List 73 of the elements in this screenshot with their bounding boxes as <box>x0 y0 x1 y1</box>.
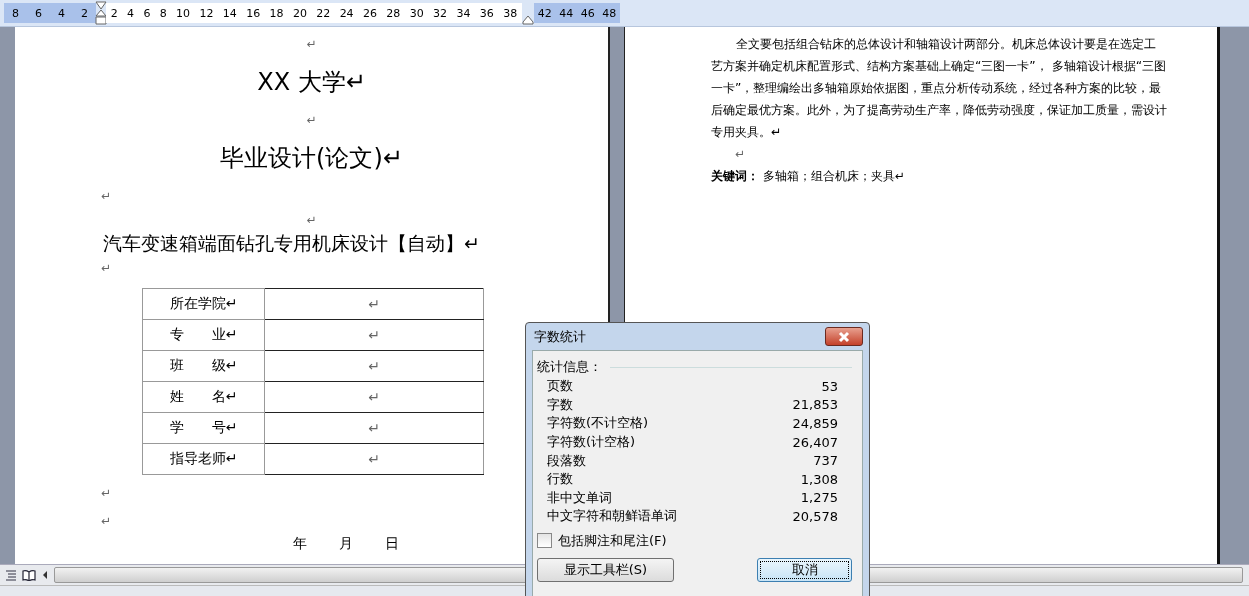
ruler-number: 22 <box>315 6 332 20</box>
ruler-number: 26 <box>362 6 378 20</box>
table-cell: 所在学院↵ <box>142 288 265 320</box>
table-cell: ↵ <box>264 381 484 413</box>
thesis-title: 汽车变速箱端面钻孔专用机床设计【自动】↵ <box>103 231 480 256</box>
stat-label: 段落数 <box>547 451 586 470</box>
ruler-number: 34 <box>455 6 472 20</box>
table-cell: 姓 名↵ <box>142 381 265 413</box>
table-cell: ↵ <box>264 412 484 444</box>
stat-value: 737 <box>813 453 838 469</box>
ruler-number: 20 <box>291 6 308 20</box>
ruler-number: 18 <box>268 6 285 20</box>
stat-value: 21,853 <box>792 397 838 413</box>
document-title: XX 大学↵ <box>257 67 366 98</box>
stat-value: 53 <box>821 378 838 394</box>
stat-label: 字符数(计空格) <box>547 433 636 452</box>
dialog-title: 字数统计 <box>533 327 586 346</box>
table-cell: 指导老师↵ <box>142 443 265 475</box>
paragraph-mark: ↵ <box>306 213 317 227</box>
stat-value: 20,578 <box>792 508 838 524</box>
ruler-number: 36 <box>478 6 495 20</box>
ruler-number: 38 <box>502 6 519 20</box>
paragraph-mark: ↵ <box>101 189 112 203</box>
table-cell: ↵ <box>264 288 484 320</box>
stat-label: 非中文单词 <box>547 488 612 507</box>
ruler-number: 6 <box>142 6 152 20</box>
table-cell: ↵ <box>264 319 484 351</box>
stat-value: 24,859 <box>792 416 838 431</box>
date-label: 日 <box>385 535 399 553</box>
document-title: 毕业设计(论文)↵ <box>220 143 403 174</box>
stat-label: 字数 <box>547 395 573 414</box>
ruler-number: 12 <box>198 6 215 20</box>
abstract-paragraph: 全文要包括组合钻床的总体设计和轴箱设计两部分。机床总体设计要是在选定工艺方案并确定机床配置形式、结构方案基础上确定“三图一卡”， 多轴箱设计根据“三图一卡”，整理编绘出多轴箱原始依据图，重点分析传动系统，经过各种方案的比较，最后确定最优方案。此外，为了提高劳动生产率，降低劳动强度，保证加工质量，需设计专用夹具。↵ <box>711 36 1167 141</box>
paragraph-mark: ↵ <box>735 147 746 161</box>
date-label: 年 <box>293 535 307 553</box>
paragraph-mark: ↵ <box>101 261 112 275</box>
table-cell: ↵ <box>264 350 484 382</box>
ruler-number: 44 <box>558 6 575 20</box>
ruler-number: 14 <box>221 6 238 20</box>
stat-label: 行数 <box>547 470 573 489</box>
ruler-number: 46 <box>579 6 596 20</box>
stat-label: 字符数(不计空格) <box>547 414 649 433</box>
ruler-number: 4 <box>57 6 66 20</box>
table-cell: 专 业↵ <box>142 319 265 351</box>
table-cell: ↵ <box>264 443 484 475</box>
ruler-number: 32 <box>432 6 449 20</box>
stat-value: 1,308 <box>800 471 838 487</box>
stat-label: 页数 <box>547 377 573 396</box>
section-label: 统计信息： <box>537 358 602 376</box>
keywords-line: 关键词： 多轴箱；组合机床；夹具↵ <box>711 168 906 185</box>
date-label: 月 <box>339 535 353 553</box>
ruler-number: 30 <box>408 6 425 20</box>
table-cell: 班 级↵ <box>142 350 265 382</box>
ruler-number: 24 <box>338 6 355 20</box>
ruler-number: 8 <box>11 6 20 20</box>
ruler-number: 8 <box>158 6 168 20</box>
table-cell: 学 号↵ <box>142 412 265 444</box>
ruler-number: 6 <box>34 6 43 20</box>
ruler-number: 2 <box>80 6 89 20</box>
stat-value: 26,407 <box>792 434 838 450</box>
paragraph-mark: ↵ <box>101 486 112 500</box>
stat-label: 中文字符和朝鲜语单词 <box>547 507 677 526</box>
paragraph-mark: ↵ <box>101 514 112 528</box>
ruler-number: 48 <box>601 6 618 20</box>
stat-value: 1,275 <box>800 490 838 506</box>
paragraph-mark: ↵ <box>306 37 317 51</box>
ruler-number: 42 <box>536 6 553 20</box>
ruler-number: 28 <box>385 6 402 20</box>
ruler-number: 2 <box>109 6 119 20</box>
ruler-number: 4 <box>126 6 136 20</box>
paragraph-mark: ↵ <box>306 113 317 127</box>
ruler-number: 16 <box>245 6 262 20</box>
ruler-number: 10 <box>175 6 192 20</box>
